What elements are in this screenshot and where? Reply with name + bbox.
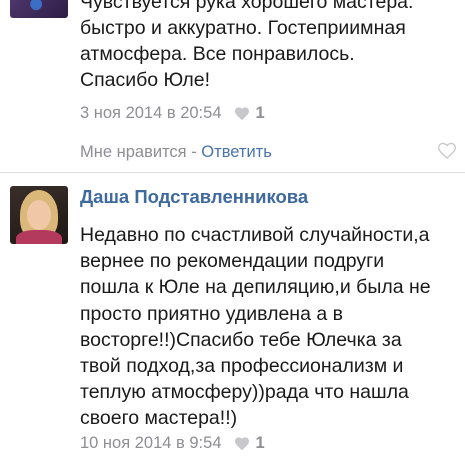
heart-icon xyxy=(234,107,249,121)
avatar[interactable] xyxy=(10,186,68,244)
comment-date[interactable]: 10 ноя 2014 в 9:54 xyxy=(80,434,222,453)
comment-author[interactable]: Даша Подставленникова xyxy=(80,186,308,208)
action-separator: - xyxy=(186,143,202,161)
comment-meta: 3 ноя 2014 в 20:54 1 xyxy=(80,104,265,123)
comment-item: Чувствуется рука хорошего мастера: быстр… xyxy=(0,0,465,172)
comment-text: Недавно по счастливой случайности,а верн… xyxy=(80,224,431,430)
heart-outline-icon[interactable] xyxy=(437,141,457,160)
comment-date[interactable]: 3 ноя 2014 в 20:54 xyxy=(80,104,222,123)
comments-page: Чувствуется рука хорошего мастера: быстр… xyxy=(0,0,465,465)
comment-actions: Мне нравится - Ответить xyxy=(80,143,272,162)
heart-icon xyxy=(234,437,249,451)
like-count: 1 xyxy=(255,434,265,452)
comment-divider xyxy=(0,172,465,173)
like-action[interactable]: Мне нравится xyxy=(80,143,187,161)
reply-link[interactable]: Ответить xyxy=(201,143,272,161)
comment-meta: 10 ноя 2014 в 9:54 1 xyxy=(80,434,265,453)
like-count: 1 xyxy=(255,104,265,122)
avatar[interactable] xyxy=(10,0,68,18)
comment-text: Чувствуется рука хорошего мастера: быстр… xyxy=(80,0,414,91)
